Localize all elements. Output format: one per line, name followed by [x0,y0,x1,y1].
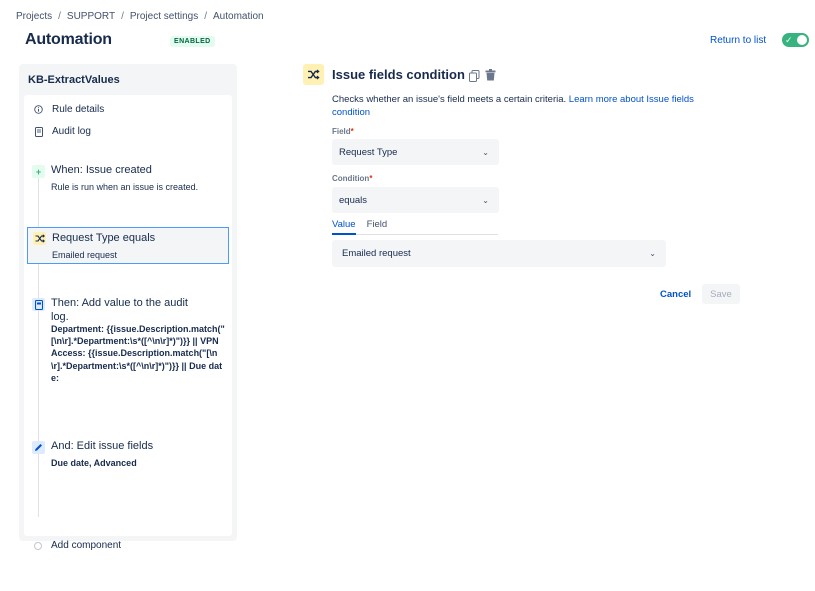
condition-select[interactable]: equals ⌄ [332,187,499,213]
tab-field[interactable]: Field [367,218,388,235]
status-badge: ENABLED [170,36,215,47]
tab-value[interactable]: Value [332,218,356,235]
edit-issue-fields-step[interactable]: And: Edit issue fields Due date, Advance… [27,439,229,469]
rule-panel: KB-ExtractValues Rule details Audit log … [19,64,237,551]
plus-icon: + [32,165,45,178]
breadcrumb-project-settings[interactable]: Project settings [130,11,198,22]
condition-select-value: equals [339,194,367,206]
add-component-label: Add component [51,540,122,551]
chevron-down-icon: ⌄ [482,195,489,205]
action2-description: Due date, Advanced [51,458,137,468]
add-dot-icon [34,541,42,550]
shuffle-icon [303,64,324,85]
save-button[interactable]: Save [702,284,740,304]
condition-label: Condition* [332,174,373,183]
pencil-icon [32,441,45,454]
component-title: Issue fields condition [332,67,465,82]
breadcrumb: Projects / SUPPORT / Project settings / … [16,11,264,22]
condition-description: Emailed request [52,250,118,260]
rule-name: KB-ExtractValues [28,74,120,86]
return-to-list-link[interactable]: Return to list [710,35,766,46]
field-select[interactable]: Request Type ⌄ [332,139,499,165]
page-title: Automation [25,31,112,48]
trigger-description: Rule is run when an issue is created. [51,182,199,192]
breadcrumb-separator: / [58,11,61,22]
document-icon [34,126,43,137]
toggle-knob [797,35,807,45]
breadcrumb-automation[interactable]: Automation [213,11,264,22]
component-description: Checks whether an issue's field meets a … [332,93,732,119]
field-select-value: Request Type [339,146,398,158]
field-label: Field* [332,127,354,136]
delete-icon[interactable] [485,68,496,81]
breadcrumb-projects[interactable]: Projects [16,11,52,22]
rule-enabled-toggle[interactable]: ✓ [782,33,809,47]
info-icon [34,105,43,115]
chevron-down-icon: ⌄ [649,249,656,258]
condition-step[interactable]: Request Type equals Emailed request [27,227,229,264]
breadcrumb-support[interactable]: SUPPORT [67,11,115,22]
trigger-title: When: Issue created [51,164,152,176]
breadcrumb-separator: / [121,11,124,22]
shuffle-icon [33,232,46,245]
rule-details-link[interactable]: Rule details [34,104,104,115]
action1-title: Then: Add value to the audit log. [51,297,188,323]
value-field-tabs: Value Field [332,218,498,235]
chevron-down-icon: ⌄ [482,147,489,157]
rule-components-card: Rule details Audit log + When: Issue cre… [24,95,232,551]
audit-log-label: Audit log [52,126,91,137]
audit-log-icon [32,298,45,311]
audit-log-value: Department: {{issue.Description.match("[… [51,324,225,383]
rule-details-label: Rule details [52,104,105,115]
value-select-value: Emailed request [342,248,411,259]
action2-title: And: Edit issue fields [51,440,154,452]
audit-log-action-step[interactable]: Then: Add value to the audit log. Depart… [27,296,229,400]
description-text: Checks whether an issue's field meets a … [332,94,567,105]
trigger-step[interactable]: + When: Issue created Rule is run when a… [27,163,229,195]
condition-title: Request Type equals [52,232,156,244]
value-select[interactable]: Emailed request ⌄ [332,240,666,267]
check-icon: ✓ [785,35,793,45]
copy-icon[interactable] [469,69,480,82]
add-component-button[interactable]: Add component [34,540,121,551]
breadcrumb-separator: / [204,11,208,22]
cancel-button[interactable]: Cancel [656,285,695,304]
audit-log-link[interactable]: Audit log [34,126,91,137]
